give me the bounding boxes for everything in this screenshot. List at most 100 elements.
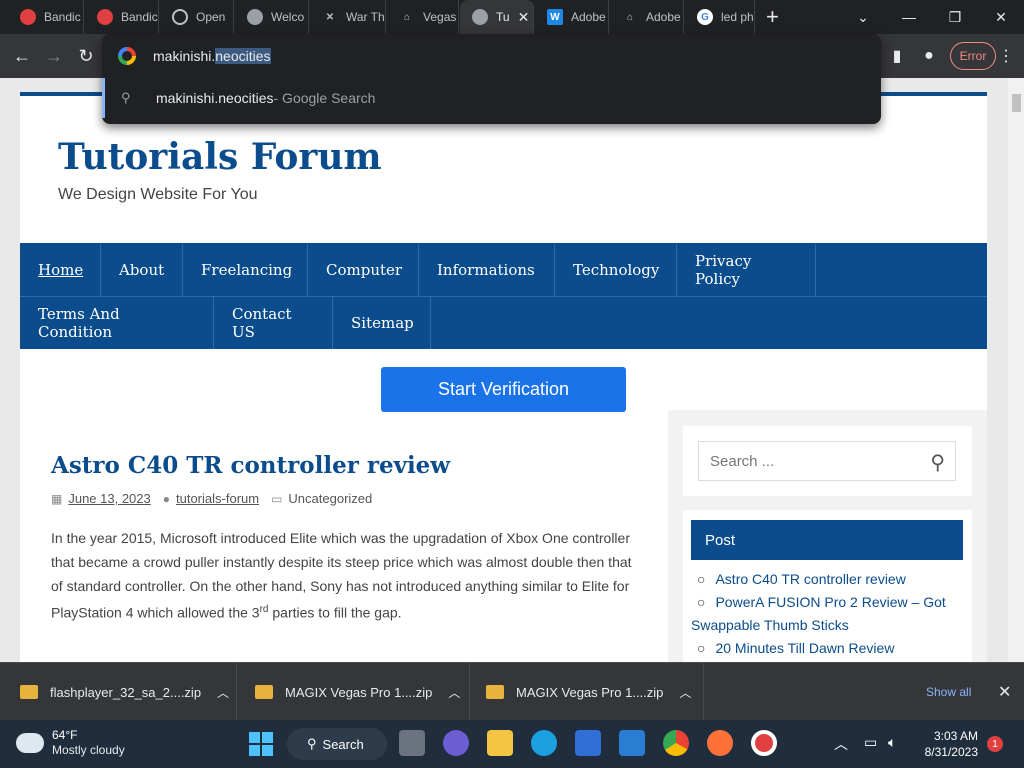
tab-7[interactable]: W Adobe [535,0,609,34]
post-link[interactable]: 20 Minutes Till Dawn Review [715,640,894,656]
site-container: Tutorials Forum We Design Website For Yo… [20,92,987,662]
list-item[interactable]: ○ PowerA FUSION Pro 2 Review – Got Swappa… [691,591,963,637]
window-close-icon[interactable]: ✕ [978,0,1024,34]
chevron-up-icon[interactable]: ︿ [448,684,460,701]
building-icon: ⌂ [403,11,411,23]
site-title[interactable]: Tutorials Forum [58,136,382,178]
new-tab-icon[interactable]: + [766,6,779,28]
tab-label: Vegas [423,10,457,24]
nav-home[interactable]: Home [20,244,101,296]
sword-icon: ✕ [325,11,335,23]
tab-label: led ph [721,10,754,24]
back-icon[interactable]: ← [10,44,34,68]
nav-sitemap[interactable]: Sitemap [333,297,431,349]
nav-informations[interactable]: Informations [419,244,555,296]
notification-badge[interactable]: 1 [987,736,1003,752]
start-verification-button[interactable]: Start Verification [381,367,626,412]
bandicam-record-icon[interactable] [751,730,777,756]
chevron-up-icon[interactable]: ︿ [834,734,848,754]
show-all-downloads-link[interactable]: Show all [926,685,971,699]
taskbar-search-button[interactable]: ⚲ Search [287,728,387,760]
building-icon: ⌂ [626,11,634,23]
tab-label: Adobe [646,10,681,24]
chevron-up-icon[interactable]: ︿ [217,684,229,701]
address-bar-input[interactable]: makinishi. neocities [102,34,881,78]
scrollbar-thumb[interactable] [1012,94,1021,112]
sidebar-search-input[interactable]: Search ... ⚲ [698,441,956,481]
windows-start-icon[interactable] [249,732,273,756]
tab-4[interactable]: ✕ War Th [310,0,386,34]
tab-label: War Th [346,10,385,24]
firefox-icon[interactable] [707,730,733,756]
page-scrollbar[interactable] [1008,78,1024,662]
error-button[interactable]: Error [950,42,996,70]
forward-icon[interactable]: → [42,44,66,68]
post-category[interactable]: Uncategorized [288,491,372,506]
system-clock[interactable]: 3:03 AM 8/31/2023 [908,728,978,760]
mail-icon[interactable] [619,730,645,756]
menu-kebab-icon[interactable]: ⋮ [998,44,1014,68]
network-icon[interactable]: ▭ [864,734,877,751]
edge-icon[interactable] [531,730,557,756]
tab-search-icon[interactable]: ⌄ [840,0,886,34]
tab-0[interactable]: Bandic [8,0,84,34]
maximize-icon[interactable]: ❐ [932,0,978,34]
tab-6-active[interactable]: Tu ✕ [460,0,534,34]
weather-widget[interactable]: 64°F Mostly cloudy [16,728,125,758]
teams-chat-icon[interactable] [443,730,469,756]
nav-privacy-policy[interactable]: Privacy Policy [677,244,816,296]
typed-text: makinishi. [153,48,216,64]
main-navigation: Home About Freelancing Computer Informat… [20,243,987,349]
folder-icon: ▭ [271,491,283,506]
nav-freelancing[interactable]: Freelancing [183,244,308,296]
profile-icon[interactable]: ● [920,44,938,68]
file-explorer-icon[interactable] [487,730,513,756]
post-meta: ▦ June 13, 2023 ● tutorials-forum ▭ Unca… [51,491,372,506]
download-item[interactable]: MAGIX Vegas Pro 1....zip ︿ [470,663,704,721]
bandicam-icon [20,9,36,25]
post-title[interactable]: Astro C40 TR controller review [51,452,450,479]
close-icon[interactable]: ✕ [518,9,530,26]
tab-label: Tu [496,10,510,24]
side-panel-icon[interactable]: ▮ [888,44,906,68]
close-icon[interactable]: ✕ [998,682,1011,702]
tab-9[interactable]: Gled ph [685,0,755,34]
reload-icon[interactable]: ↻ [74,44,98,68]
store-icon[interactable] [575,730,601,756]
tab-3[interactable]: Welco [235,0,309,34]
site-tagline: We Design Website For You [58,186,258,203]
list-item[interactable]: ○ Astro C40 TR controller review [691,568,963,591]
post-list: ○ Astro C40 TR controller review ○ PowerA … [691,568,963,660]
chevron-up-icon[interactable]: ︿ [679,684,691,701]
nav-contact[interactable]: Contact US [214,297,333,349]
post-date[interactable]: June 13, 2023 [68,491,150,506]
nav-about[interactable]: About [101,244,183,296]
tab-1[interactable]: Bandic [85,0,159,34]
chrome-icon[interactable] [663,730,689,756]
tab-2[interactable]: Open [160,0,234,34]
download-item[interactable]: flashplayer_32_sa_2....zip ︿ [0,663,237,721]
task-view-icon[interactable] [399,730,425,756]
volume-icon[interactable]: 🔈︎ [888,734,896,751]
nav-technology[interactable]: Technology [555,244,677,296]
post-link[interactable]: PowerA FUSION Pro 2 Review – Got Swappab… [691,594,946,633]
weather-desc: Mostly cloudy [52,743,125,757]
search-icon[interactable]: ⚲ [930,450,945,475]
tab-5[interactable]: ⌂ Vegas [387,0,459,34]
clock-date: 8/31/2023 [924,745,978,759]
tab-8[interactable]: ⌂ Adobe [610,0,684,34]
nav-terms[interactable]: Terms And Condition [20,297,214,349]
post-link[interactable]: Astro C40 TR controller review [715,571,905,587]
web-page: Tutorials Forum We Design Website For Yo… [0,78,1008,662]
list-item[interactable]: ○ 20 Minutes Till Dawn Review [691,637,963,660]
minimize-icon[interactable]: — [886,0,932,34]
download-item[interactable]: MAGIX Vegas Pro 1....zip ︿ [237,663,470,721]
nav-computer[interactable]: Computer [308,244,419,296]
suggestion-text: makinishi.neocities [156,90,274,106]
search-placeholder: Search ... [710,452,775,470]
post-author[interactable]: tutorials-forum [176,491,259,506]
openai-icon [172,9,188,25]
zip-icon [486,685,504,699]
globe-icon [472,9,488,25]
omnibox-suggestion[interactable]: ⚲ makinishi.neocities - Google Search [102,78,881,118]
